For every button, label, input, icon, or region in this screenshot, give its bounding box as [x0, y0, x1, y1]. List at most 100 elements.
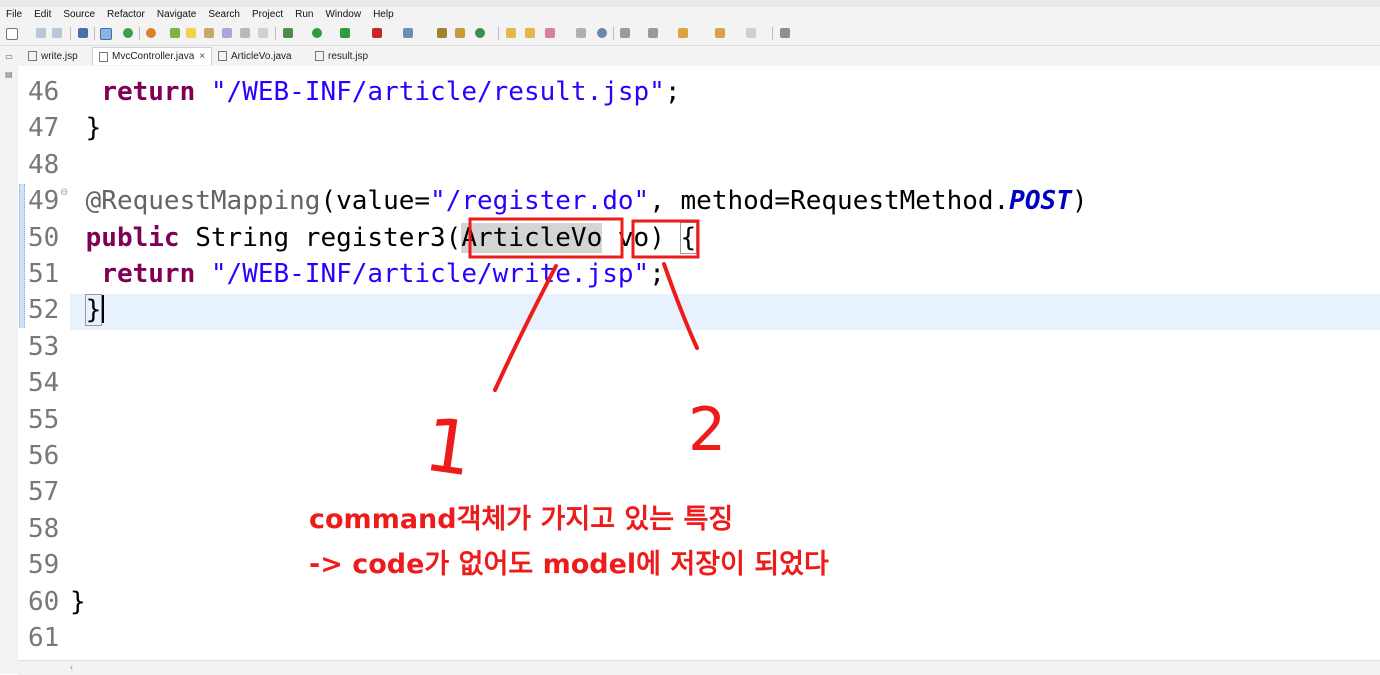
code-line[interactable]: 53 [18, 329, 1380, 365]
code-line[interactable]: 50 public String register3(ArticleVo vo)… [18, 220, 1380, 256]
code-line[interactable]: 51 return "/WEB-INF/article/write.jsp"; [18, 256, 1380, 292]
pin-editor-icon[interactable] [780, 28, 790, 38]
code-token: ; [649, 259, 665, 289]
globe-icon[interactable] [597, 28, 607, 38]
close-icon[interactable]: × [199, 51, 205, 62]
next-annotation-icon[interactable] [204, 28, 214, 38]
code-line[interactable]: 56 [18, 438, 1380, 474]
pencil-icon[interactable] [545, 28, 555, 38]
new-icon[interactable] [6, 28, 18, 40]
menu-search[interactable]: Search [202, 7, 246, 23]
editor-tab-bar: ▭ write.jsp MvcController.java × ArticleVo.… [0, 46, 1380, 67]
line-number: 50 [28, 222, 60, 253]
code-text: @RequestMapping(value="/register.do", me… [70, 183, 1088, 219]
menu-edit[interactable]: Edit [28, 7, 57, 23]
new-java-project-icon[interactable] [437, 28, 447, 38]
save-all-icon[interactable] [52, 28, 62, 38]
code-line[interactable]: 52 } [18, 292, 1380, 328]
code-text: } [70, 292, 105, 328]
new-package-icon[interactable] [455, 28, 465, 38]
code-line[interactable]: 46 return "/WEB-INF/article/result.jsp"; [18, 74, 1380, 110]
code-token: String register3( [179, 222, 462, 253]
stop-icon[interactable] [372, 28, 382, 38]
code-line[interactable]: 48 [18, 147, 1380, 183]
code-token: ; [664, 77, 681, 107]
debug-icon[interactable] [283, 28, 293, 38]
text-caret [102, 295, 105, 324]
line-number: 48 [28, 149, 60, 180]
open-task-icon[interactable] [240, 28, 250, 38]
back-icon[interactable] [715, 28, 725, 38]
horizontal-scrollbar[interactable]: ‹ [18, 660, 1380, 675]
menu-refactor[interactable]: Refactor [101, 7, 151, 23]
new-class-icon[interactable] [475, 28, 485, 38]
servers-icon[interactable] [403, 28, 413, 38]
skip-breakpoints-icon[interactable] [100, 28, 112, 40]
open-file-icon[interactable] [525, 28, 535, 38]
restore-icon[interactable]: ▭ [5, 52, 13, 61]
highlight-icon[interactable] [186, 28, 196, 38]
spring-boot-icon[interactable] [123, 28, 133, 38]
code-token: return [101, 259, 196, 289]
tab-write-jsp[interactable]: write.jsp [22, 47, 84, 65]
code-line[interactable]: 61 [18, 620, 1380, 656]
prev-edit-icon[interactable] [648, 28, 658, 38]
code-token: POST [1009, 186, 1072, 217]
code-token: "/register.do" [430, 186, 650, 217]
left-side-gutter: ▤ [0, 66, 18, 674]
code-line[interactable]: 49 ⊖ @RequestMapping(value="/register.do"… [18, 183, 1380, 219]
code-token: vo) [602, 222, 681, 253]
paragraph-icon[interactable] [258, 28, 268, 38]
line-number: 47 [28, 113, 60, 144]
run-icon[interactable] [312, 28, 322, 38]
line-number: 60 [28, 586, 60, 617]
menu-bar: File Edit Source Refactor Navigate Search Proj… [0, 7, 1380, 23]
menu-file[interactable]: File [0, 7, 28, 23]
java-file-icon [218, 51, 227, 61]
next-edit-icon[interactable] [620, 28, 630, 38]
open-editor-icon[interactable] [576, 28, 586, 38]
annotation-note-line-1: command객체가 가지고 있는 특징 [309, 504, 734, 535]
code-line[interactable]: 60} [18, 584, 1380, 620]
code-token: ArticleVo [461, 222, 603, 253]
tab-articlevo-java[interactable]: ArticleVo.java [212, 47, 298, 65]
forward-icon[interactable] [746, 28, 756, 38]
menu-help[interactable]: Help [367, 7, 400, 23]
menu-project[interactable]: Project [246, 7, 289, 23]
code-token: (value= [320, 186, 431, 217]
save-icon[interactable] [36, 28, 46, 38]
open-type-icon[interactable] [222, 28, 232, 38]
code-token: { [679, 221, 698, 254]
tab-mvccontroller-java[interactable]: MvcController.java × [92, 47, 213, 65]
last-edit-location-icon[interactable] [678, 28, 688, 38]
code-text: } [70, 110, 102, 146]
code-token: , method=RequestMethod. [649, 186, 1010, 217]
menu-window[interactable]: Window [319, 7, 367, 23]
menu-navigate[interactable]: Navigate [151, 7, 202, 23]
code-line[interactable]: 55 [18, 402, 1380, 438]
minimized-view-icon[interactable]: ▤ [5, 70, 13, 79]
open-folder-icon[interactable] [506, 28, 516, 38]
fold-toggle-icon[interactable]: ⊖ [60, 187, 68, 198]
line-number: 59 [28, 550, 60, 581]
run-external-icon[interactable] [340, 28, 350, 38]
spring-icon[interactable] [170, 28, 180, 38]
code-token: public [85, 222, 180, 253]
tab-label: ArticleVo.java [231, 50, 292, 62]
tab-result-jsp[interactable]: result.jsp [309, 47, 374, 65]
line-number: 53 [28, 331, 60, 362]
terminal-icon[interactable] [78, 28, 88, 38]
scroll-left-icon[interactable]: ‹ [70, 662, 73, 672]
menu-run[interactable]: Run [289, 7, 319, 23]
code-line[interactable]: 54 [18, 365, 1380, 401]
code-line[interactable]: 47 } [18, 110, 1380, 146]
refresh-icon[interactable] [146, 28, 156, 38]
code-token: return [101, 77, 196, 107]
line-number: 61 [28, 623, 60, 653]
menu-source[interactable]: Source [57, 7, 101, 23]
toolbar [0, 23, 1380, 46]
